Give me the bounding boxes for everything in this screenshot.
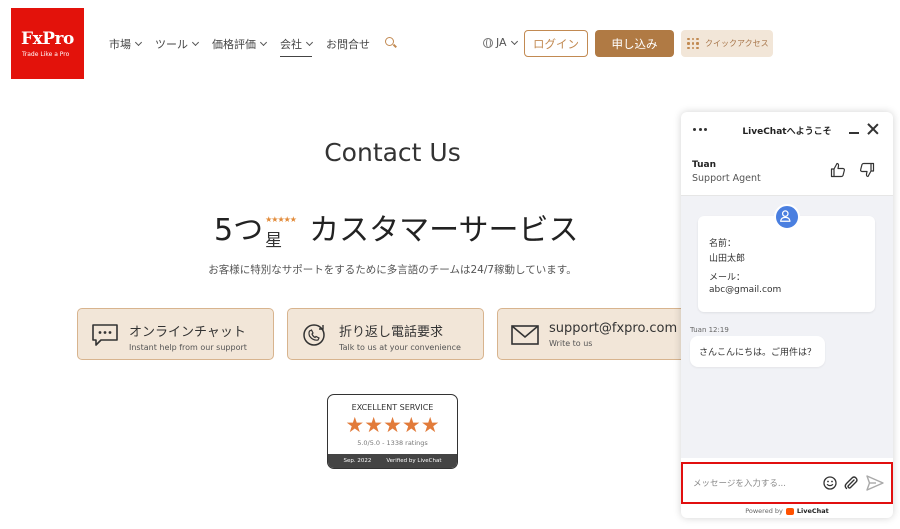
agent-info: Tuan Support Agent	[681, 148, 893, 196]
card-subtitle: Talk to us at your convenience	[339, 343, 461, 352]
quick-access-label: クイックアクセス	[705, 39, 769, 48]
agent-name: Tuan	[692, 160, 717, 170]
apply-button[interactable]: 申し込み	[595, 30, 674, 57]
livechat-widget: LiveChatへようこそ Tuan Support Agent 名前： 山田太…	[681, 112, 893, 518]
callback-request-card[interactable]: 折り返し電話要求 Talk to us at your convenience	[287, 308, 484, 360]
name-value: 山田太郎	[709, 254, 746, 264]
card-text: 折り返し電話要求 Talk to us at your convenience	[339, 321, 461, 352]
online-chat-card[interactable]: オンラインチャット Instant help from our support	[77, 308, 274, 360]
close-icon[interactable]	[867, 123, 879, 135]
grid-icon	[687, 37, 699, 50]
search-icon[interactable]	[384, 36, 398, 50]
chevron-down-icon	[510, 37, 518, 45]
nav-item-tools[interactable]: ツール	[155, 35, 200, 53]
badge-footer: Sep. 2022 Verified by LiveChat	[328, 454, 457, 468]
logo-tagline: Trade Like a Pro	[22, 51, 70, 58]
card-text: support@fxpro.com Write to us	[549, 321, 677, 348]
chat-bubble-icon	[92, 324, 118, 346]
email-support-card[interactable]: support@fxpro.com Write to us	[497, 308, 697, 360]
powered-by-footer: Powered by LiveChat	[681, 504, 893, 518]
badge-stars-icon: ★★★★★	[345, 413, 440, 437]
user-avatar-icon	[774, 204, 800, 230]
globe-icon	[483, 37, 493, 48]
livechat-logo-icon	[785, 507, 794, 515]
thumbs-up-icon[interactable]	[830, 162, 846, 178]
email-value: abc@gmail.com	[709, 285, 782, 295]
card-title: オンラインチャット	[129, 325, 246, 340]
send-icon[interactable]	[866, 475, 884, 491]
badge-heading: EXCELLENT SERVICE	[351, 403, 434, 412]
chat-title: LiveChatへようこそ	[742, 127, 832, 137]
login-button[interactable]: ログイン	[524, 30, 588, 57]
main-nav: 市場 ツール 価格評価 会社 お問合せ	[109, 35, 398, 57]
chevron-down-icon	[191, 38, 200, 47]
star-mark: ★★★★★ 星	[265, 215, 307, 251]
chat-header: LiveChatへようこそ	[681, 112, 893, 148]
card-text: オンラインチャット Instant help from our support	[129, 321, 247, 352]
badge-date: Sep. 2022	[343, 458, 372, 464]
message-timestamp: Tuan 12:19	[690, 326, 729, 334]
powered-brand: LiveChat	[796, 507, 829, 515]
nav-item-markets[interactable]: 市場	[109, 35, 143, 53]
email-label: メール：	[709, 273, 746, 283]
card-title: support@fxpro.com	[549, 321, 678, 336]
service-heading: 5つ ★★★★★ 星 カスタマーサービス	[214, 205, 579, 251]
heading-suffix: カスタマーサービス	[309, 213, 579, 248]
envelope-icon	[511, 325, 539, 345]
chevron-down-icon	[134, 38, 143, 47]
nav-item-label: 価格評価	[212, 38, 256, 51]
nav-item-label: お問合せ	[326, 38, 370, 51]
attachment-icon[interactable]	[843, 475, 859, 491]
nav-item-label: ツール	[155, 38, 188, 51]
nav-item-contact[interactable]: お問合せ	[326, 35, 370, 53]
logo-brand: FxPro	[21, 29, 74, 49]
heading-prefix: 5つ	[214, 213, 264, 248]
language-selector[interactable]: JA	[483, 36, 518, 49]
chevron-down-icon	[305, 38, 314, 47]
badge-rating: 5.0/5.0 - 1338 ratings	[357, 439, 428, 447]
agent-role: Support Agent	[692, 173, 761, 184]
thumbs-down-icon[interactable]	[859, 162, 875, 178]
mini-stars-icon: ★★★★★	[265, 215, 297, 224]
chat-messages: 名前： 山田太郎 メール： abc@gmail.com Tuan 12:19 さ…	[681, 196, 893, 458]
prechat-form-card: 名前： 山田太郎 メール： abc@gmail.com	[698, 204, 875, 312]
nav-item-pricing[interactable]: 価格評価	[212, 35, 268, 53]
name-label: 名前：	[709, 239, 737, 249]
minimize-icon[interactable]	[849, 132, 859, 134]
emoji-icon[interactable]	[823, 476, 837, 490]
language-label: JA	[496, 36, 507, 49]
page-title: Contact Us	[324, 138, 461, 167]
nav-item-company[interactable]: 会社	[280, 35, 314, 57]
page-subtitle: お客様に特別なサポートをするために多言語のチームは24/7稼動しています。	[208, 264, 577, 276]
card-title: 折り返し電話要求	[339, 325, 444, 340]
message-input-area[interactable]: メッセージを入力する...	[681, 462, 893, 504]
powered-prefix: Powered by	[745, 507, 783, 515]
nav-item-label: 市場	[109, 38, 131, 51]
excellent-service-badge: EXCELLENT SERVICE ★★★★★ 5.0/5.0 - 1338 r…	[327, 394, 458, 469]
message-input[interactable]: メッセージを入力する...	[693, 477, 786, 489]
chevron-down-icon	[259, 38, 268, 47]
nav-item-label: 会社	[280, 38, 302, 51]
badge-verified: Verified by LiveChat	[386, 458, 442, 464]
phone-callback-icon	[303, 324, 325, 346]
quick-access-button[interactable]: クイックアクセス	[681, 30, 773, 57]
card-subtitle: Instant help from our support	[129, 343, 247, 352]
fxpro-logo[interactable]: FxPro Trade Like a Pro	[11, 8, 84, 79]
agent-message-bubble: さんこんにちは。ご用件は？	[690, 336, 826, 367]
star-kanji: 星	[265, 231, 283, 251]
card-subtitle: Write to us	[549, 339, 593, 348]
